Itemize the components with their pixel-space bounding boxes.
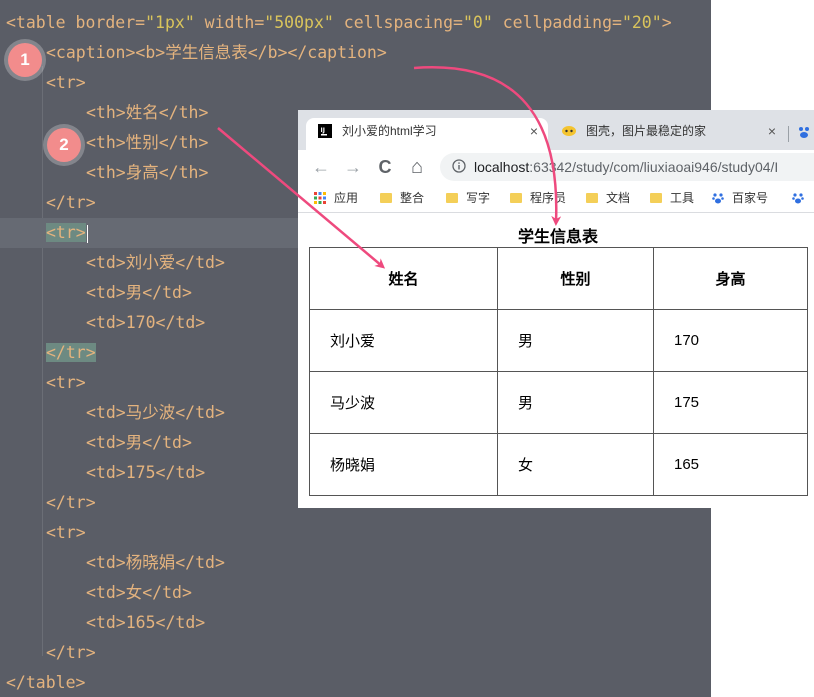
tab-bar: IJ 刘小爱的html学习 × 图壳，图片最稳定的家 × xyxy=(298,110,814,150)
bookmark-baidu[interactable] xyxy=(792,184,812,212)
code-token: <td>女</td> xyxy=(86,583,192,602)
cell-height: 170 xyxy=(653,309,808,372)
cell-name: 刘小爱 xyxy=(309,309,498,372)
reload-button[interactable]: C xyxy=(374,156,396,178)
code-token: </table> xyxy=(6,673,86,692)
bookmark-label: 写字 xyxy=(466,191,491,205)
code-token: "500px" xyxy=(264,13,334,32)
code-token: "0" xyxy=(462,13,493,32)
header-height: 身高 xyxy=(653,247,808,310)
code-token: "1px" xyxy=(145,13,195,32)
code-token: <th>姓名</th> xyxy=(86,103,209,122)
code-token: <td>男</td> xyxy=(86,433,192,452)
bookmark-label: 应用 xyxy=(334,191,359,205)
code-token: <td>165</td> xyxy=(86,613,206,632)
tab-separator xyxy=(788,126,789,142)
tab-label: 刘小爱的html学习 xyxy=(342,124,437,138)
cell-name: 马少波 xyxy=(309,371,498,434)
bookmark-zhenghe[interactable]: 整合 xyxy=(380,184,424,212)
bookmark-label: 文档 xyxy=(606,191,631,205)
tab-html-study[interactable]: IJ 刘小爱的html学习 × xyxy=(306,118,548,150)
code-token: </tr> xyxy=(46,493,96,512)
code-token: </tr> xyxy=(46,193,96,212)
table-row: 刘小爱 男 170 xyxy=(309,309,808,372)
bookmark-baijiahao[interactable]: 百家号 xyxy=(712,184,768,212)
code-token: <caption><b>学生信息表</b></caption> xyxy=(46,43,387,62)
code-token: width= xyxy=(194,13,265,32)
bookmark-label: 百家号 xyxy=(732,191,769,205)
cell-gender: 男 xyxy=(497,309,654,372)
cell-name: 杨晓娟 xyxy=(309,433,498,496)
code-token: <td>杨晓娟</td> xyxy=(86,553,225,572)
header-name: 姓名 xyxy=(309,247,498,310)
code-token: <th>性别</th> xyxy=(86,133,209,152)
bookmark-wendang[interactable]: 文档 xyxy=(586,184,630,212)
table-row: 杨晓娟 女 165 xyxy=(309,433,808,496)
bookmark-chengxuyuan[interactable]: 程序员 xyxy=(510,184,566,212)
code-token: <tr> xyxy=(46,373,86,392)
apps-grid-icon xyxy=(314,191,326,204)
back-button[interactable]: ← xyxy=(310,156,332,178)
baidu-paw-icon xyxy=(792,193,804,204)
tab-tuke[interactable]: 图壳，图片最稳定的家 × xyxy=(550,118,786,150)
code-token: <tr> xyxy=(46,523,86,542)
tuke-icon xyxy=(562,126,576,136)
code-token: <td>刘小爱</td> xyxy=(86,253,225,272)
code-token: <td>男</td> xyxy=(86,283,192,302)
close-icon[interactable]: × xyxy=(768,118,776,144)
cell-gender: 男 xyxy=(497,371,654,434)
annotation-badge-2: 2 xyxy=(47,128,81,162)
cell-height: 175 xyxy=(653,371,808,434)
table-header-row: 姓名 性别 身高 xyxy=(309,247,808,310)
code-token: <th>身高</th> xyxy=(86,163,209,182)
browser-toolbar: ← → C ⌂ localhost:63342/study/com/liuxia… xyxy=(298,150,814,184)
bookmark-label: 程序员 xyxy=(530,191,567,205)
folder-icon xyxy=(586,192,598,203)
folder-icon xyxy=(650,192,662,203)
code-token: </tr> xyxy=(46,343,96,362)
code-token: cellpadding= xyxy=(492,13,622,32)
folder-icon xyxy=(380,192,392,203)
close-icon[interactable]: × xyxy=(530,118,538,144)
baidu-paw-icon xyxy=(712,193,724,204)
code-token: <td>175</td> xyxy=(86,463,206,482)
bookmark-label: 工具 xyxy=(670,191,695,205)
cell-gender: 女 xyxy=(497,433,654,496)
folder-icon xyxy=(446,192,458,203)
url-text: localhost:63342/study/com/liuxiaoai946/s… xyxy=(474,159,779,175)
bookmark-gongju[interactable]: 工具 xyxy=(650,184,694,212)
text-cursor xyxy=(86,224,88,243)
address-bar[interactable]: localhost:63342/study/com/liuxiaoai946/s… xyxy=(440,153,814,181)
forward-button[interactable]: → xyxy=(342,156,364,178)
cell-height: 165 xyxy=(653,433,808,496)
code-token: <td>马少波</td> xyxy=(86,403,225,422)
intellij-icon: IJ xyxy=(318,124,332,138)
svg-text:IJ: IJ xyxy=(321,127,325,134)
code-token: cellspacing= xyxy=(333,13,463,32)
page-content: 学生信息表 姓名 性别 身高 刘小爱 男 170 马少波 男 175 杨晓娟 女… xyxy=(298,213,814,508)
student-table: 姓名 性别 身高 刘小爱 男 170 马少波 男 175 杨晓娟 女 165 xyxy=(309,247,808,496)
code-token: <tr> xyxy=(46,223,86,242)
bookmark-xiezi[interactable]: 写字 xyxy=(446,184,490,212)
indent-guide xyxy=(42,66,43,656)
header-gender: 性别 xyxy=(497,247,654,310)
bookmarks-bar: 应用 整合 写字 程序员 文档 工具 百家号 xyxy=(298,184,814,213)
folder-icon xyxy=(510,192,522,203)
baidu-paw-icon[interactable] xyxy=(796,124,812,140)
home-button[interactable]: ⌂ xyxy=(406,156,428,178)
browser-window: IJ 刘小爱的html学习 × 图壳，图片最稳定的家 × ← → C ⌂ loc… xyxy=(298,110,814,508)
tab-label: 图壳，图片最稳定的家 xyxy=(586,124,707,138)
code-token: <table border= xyxy=(6,13,146,32)
annotation-badge-1: 1 xyxy=(8,43,42,77)
bookmark-apps[interactable]: 应用 xyxy=(314,184,358,212)
table-caption: 学生信息表 xyxy=(517,229,598,246)
info-icon[interactable] xyxy=(452,159,466,173)
code-token: <tr> xyxy=(46,73,86,92)
code-token: > xyxy=(661,13,672,32)
table-row: 马少波 男 175 xyxy=(309,371,808,434)
bookmark-label: 整合 xyxy=(400,191,425,205)
code-token: "20" xyxy=(621,13,662,32)
code-token: </tr> xyxy=(46,643,96,662)
code-token: <td>170</td> xyxy=(86,313,206,332)
